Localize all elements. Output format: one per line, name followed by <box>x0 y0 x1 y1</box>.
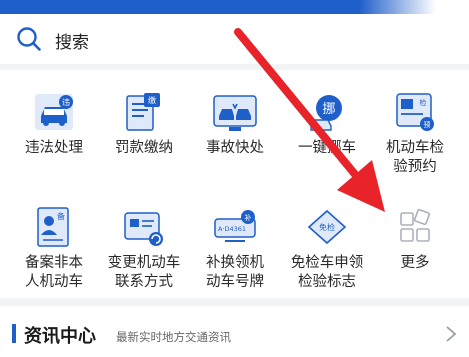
more-grid-icon <box>393 205 437 249</box>
service-label: 一键挪车 <box>298 140 356 156</box>
news-title: 资讯中心 <box>24 326 96 347</box>
violation-icon: 违 <box>32 90 76 134</box>
service-more[interactable]: 更多 <box>368 205 462 273</box>
license-plate-icon: A·D4361 补 <box>213 205 257 249</box>
service-label: 罚款缴纳 <box>115 140 173 156</box>
inspection-booking-icon: 检 预 <box>393 90 437 134</box>
fine-payment-icon: 缴 <box>122 90 166 134</box>
service-violation[interactable]: 违 违法处理 <box>7 90 101 158</box>
accident-icon <box>213 90 257 134</box>
exempt-badge-text: 免检 <box>319 222 335 232</box>
search-bar[interactable]: 搜索 <box>0 14 469 64</box>
service-label: 备案非本 人机动车 <box>25 255 83 290</box>
service-label: 机动车检 验预约 <box>386 140 444 175</box>
move-car-icon: 挪 <box>305 90 349 134</box>
inspection-badge-text: 检 <box>420 98 427 107</box>
exempt-inspection-icon: 免检 <box>305 205 349 249</box>
service-label: 免检车申领 检验标志 <box>290 255 364 290</box>
service-exempt-inspection[interactable]: 免检 免检车申领 检验标志 <box>280 205 374 292</box>
services-grid: 违 违法处理 缴 罚款缴纳 事故快处 挪 一键挪车 检 预 机动车检 验预约 备… <box>0 70 469 298</box>
service-label: 变更机动车 联系方式 <box>107 255 181 290</box>
search-label: 搜索 <box>55 33 89 53</box>
news-accent-bar <box>12 324 16 343</box>
service-change-contact[interactable]: 变更机动车 联系方式 <box>97 205 191 292</box>
service-vehicle-filing[interactable]: 备 备案非本 人机动车 <box>7 205 101 292</box>
plate-text: A·D4361 <box>218 225 246 233</box>
service-label: 事故快处 <box>206 140 264 156</box>
news-subtitle: 最新实时地方交通资讯 <box>116 330 231 344</box>
service-move-car[interactable]: 挪 一键挪车 <box>280 90 374 158</box>
service-license-plate[interactable]: A·D4361 补 补换领机 动车号牌 <box>188 205 282 292</box>
move-badge-text: 挪 <box>322 102 335 117</box>
top-bar-highlight <box>359 0 469 14</box>
booking-badge-text: 预 <box>424 120 431 129</box>
fine-badge-text: 缴 <box>148 95 156 105</box>
plate-badge-text: 补 <box>245 213 252 222</box>
filing-badge-text: 备 <box>57 211 65 221</box>
service-accident[interactable]: 事故快处 <box>188 90 282 158</box>
service-fine-payment[interactable]: 缴 罚款缴纳 <box>97 90 191 158</box>
vehicle-filing-icon: 备 <box>32 205 76 249</box>
service-label: 违法处理 <box>25 140 83 156</box>
service-label: 补换领机 动车号牌 <box>206 255 264 290</box>
violation-badge-text: 违 <box>62 98 70 107</box>
service-label: 更多 <box>400 255 430 271</box>
service-inspection-booking[interactable]: 检 预 机动车检 验预约 <box>368 90 462 177</box>
change-contact-icon <box>122 205 166 249</box>
chevron-right-icon <box>446 326 457 342</box>
news-center-row[interactable]: 资讯中心 最新实时地方交通资讯 <box>0 306 469 357</box>
search-icon <box>17 27 41 51</box>
